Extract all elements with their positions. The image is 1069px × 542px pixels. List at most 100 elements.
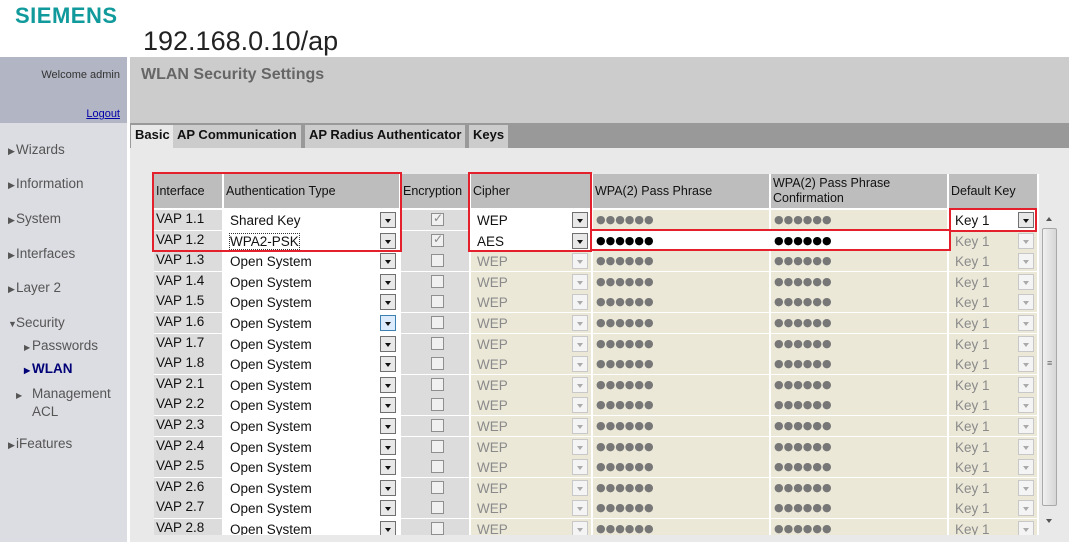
default-key-select[interactable]: Key 1	[951, 520, 1035, 535]
dropdown-arrow-icon[interactable]	[572, 356, 588, 373]
auth-type-select[interactable]: Open System	[226, 417, 397, 435]
dropdown-arrow-icon[interactable]	[1018, 356, 1034, 373]
auth-type-select[interactable]: Open System	[226, 478, 397, 497]
cipher-select[interactable]: AES	[473, 231, 589, 250]
tab-ap-radius-authenticator[interactable]: AP Radius Authenticator	[305, 125, 466, 148]
passphrase-confirmation-field[interactable]: ●●●●●●	[771, 292, 947, 313]
passphrase-field[interactable]: ●●●●●●	[593, 210, 769, 230]
passphrase-field[interactable]: ●●●●●●	[593, 333, 769, 354]
auth-type-select[interactable]: Open System	[226, 458, 397, 477]
encryption-checkbox[interactable]	[431, 480, 444, 494]
default-key-select[interactable]: Key 1	[951, 458, 1035, 476]
dropdown-arrow-icon[interactable]	[1018, 273, 1034, 290]
auth-type-select[interactable]: Open System	[226, 437, 397, 456]
encryption-checkbox[interactable]	[431, 295, 444, 309]
dropdown-arrow-icon[interactable]	[380, 500, 396, 517]
encryption-checkbox[interactable]	[431, 357, 444, 371]
dropdown-arrow-icon[interactable]	[380, 253, 396, 270]
dropdown-arrow-icon[interactable]	[380, 232, 396, 249]
scroll-down-icon[interactable]	[1041, 513, 1058, 530]
encryption-checkbox[interactable]	[431, 439, 444, 453]
dropdown-arrow-icon[interactable]	[380, 294, 396, 311]
nav-wizards[interactable]: ▶Wizards	[8, 142, 65, 157]
passphrase-field[interactable]: ●●●●●●	[593, 354, 769, 375]
nav-passwords[interactable]: ▶ Passwords	[24, 338, 98, 356]
nav-information[interactable]: ▶Information	[8, 176, 84, 191]
dropdown-arrow-icon[interactable]	[1018, 232, 1034, 249]
dropdown-arrow-icon[interactable]	[1018, 315, 1034, 331]
dropdown-arrow-icon[interactable]	[572, 294, 588, 311]
cipher-select[interactable]: WEP	[473, 293, 589, 311]
auth-type-select[interactable]: Open System	[226, 252, 397, 271]
dropdown-arrow-icon[interactable]	[572, 315, 588, 331]
dropdown-arrow-icon[interactable]	[1018, 376, 1034, 393]
passphrase-confirmation-field[interactable]: ●●●●●●	[771, 354, 947, 375]
tab-basic[interactable]: Basic	[131, 125, 174, 148]
passphrase-confirmation-field[interactable]: ●●●●●●	[771, 271, 947, 292]
default-key-select[interactable]: Key 1	[951, 211, 1035, 229]
encryption-checkbox[interactable]	[431, 336, 444, 350]
auth-type-select[interactable]: Open System	[226, 355, 397, 374]
nav-interfaces[interactable]: ▶Interfaces	[8, 246, 75, 261]
dropdown-arrow-icon[interactable]	[380, 212, 396, 228]
cipher-select[interactable]: WEP	[473, 458, 589, 476]
dropdown-arrow-icon[interactable]	[380, 397, 396, 414]
dropdown-arrow-icon[interactable]	[380, 479, 396, 496]
encryption-checkbox[interactable]	[431, 316, 444, 329]
passphrase-field[interactable]: ●●●●●●	[593, 457, 769, 478]
passphrase-confirmation-field[interactable]: ●●●●●●	[771, 498, 947, 519]
auth-type-select[interactable]: Open System	[226, 293, 397, 312]
encryption-checkbox[interactable]	[431, 460, 444, 474]
passphrase-confirmation-field[interactable]: ●●●●●●	[771, 416, 947, 436]
passphrase-field[interactable]: ●●●●●●	[593, 251, 769, 272]
passphrase-confirmation-field[interactable]: ●●●●●●	[771, 457, 947, 478]
passphrase-field[interactable]: ●●●●●●	[593, 416, 769, 436]
encryption-checkbox[interactable]	[431, 419, 444, 432]
default-key-select[interactable]: Key 1	[951, 417, 1035, 435]
dropdown-arrow-icon[interactable]	[1018, 212, 1034, 228]
cipher-select[interactable]: WEP	[473, 520, 589, 535]
dropdown-arrow-icon[interactable]	[380, 438, 396, 455]
default-key-select[interactable]: Key 1	[951, 273, 1035, 291]
encryption-checkbox[interactable]	[431, 254, 444, 268]
default-key-select[interactable]: Key 1	[951, 438, 1035, 456]
dropdown-arrow-icon[interactable]	[1018, 459, 1034, 476]
dropdown-arrow-icon[interactable]	[572, 500, 588, 517]
scroll-up-icon[interactable]	[1041, 210, 1058, 227]
passphrase-field[interactable]: ●●●●●●	[593, 313, 769, 333]
passphrase-field[interactable]: ●●●●●●	[593, 271, 769, 292]
cipher-select[interactable]: WEP	[473, 273, 589, 291]
dropdown-arrow-icon[interactable]	[572, 459, 588, 476]
nav-layer2[interactable]: ▶Layer 2	[8, 280, 61, 295]
passphrase-confirmation-field[interactable]: ●●●●●●	[771, 374, 947, 395]
dropdown-arrow-icon[interactable]	[1018, 335, 1034, 352]
auth-type-select[interactable]: Open System	[226, 375, 397, 394]
cipher-select[interactable]: WEP	[473, 252, 589, 270]
dropdown-arrow-icon[interactable]	[380, 315, 396, 331]
default-key-select[interactable]: Key 1	[951, 355, 1035, 373]
nav-management-acl[interactable]: ▶ Management ACL	[16, 386, 114, 420]
auth-type-select[interactable]: Open System	[226, 499, 397, 518]
passphrase-confirmation-field[interactable]: ●●●●●●	[771, 333, 947, 354]
auth-type-select[interactable]: WPA2-PSK	[226, 231, 397, 250]
dropdown-arrow-icon[interactable]	[572, 253, 588, 270]
default-key-select[interactable]: Key 1	[951, 314, 1035, 332]
dropdown-arrow-icon[interactable]	[572, 521, 588, 535]
dropdown-arrow-icon[interactable]	[572, 376, 588, 393]
default-key-select[interactable]: Key 1	[951, 396, 1035, 414]
tab-ap-communication[interactable]: AP Communication	[173, 125, 301, 148]
cipher-select[interactable]: WEP	[473, 479, 589, 497]
passphrase-field[interactable]: ●●●●●●	[593, 374, 769, 395]
auth-type-select[interactable]: Open System	[226, 314, 397, 332]
dropdown-arrow-icon[interactable]	[380, 459, 396, 476]
passphrase-confirmation-field[interactable]: ●●●●●●	[771, 313, 947, 333]
passphrase-field[interactable]: ●●●●●●	[593, 230, 769, 251]
dropdown-arrow-icon[interactable]	[380, 273, 396, 290]
dropdown-arrow-icon[interactable]	[572, 479, 588, 496]
dropdown-arrow-icon[interactable]	[572, 397, 588, 414]
passphrase-field[interactable]: ●●●●●●	[593, 498, 769, 519]
dropdown-arrow-icon[interactable]	[572, 335, 588, 352]
auth-type-select[interactable]: Shared Key	[226, 211, 397, 229]
cipher-select[interactable]: WEP	[473, 417, 589, 435]
default-key-select[interactable]: Key 1	[951, 376, 1035, 394]
